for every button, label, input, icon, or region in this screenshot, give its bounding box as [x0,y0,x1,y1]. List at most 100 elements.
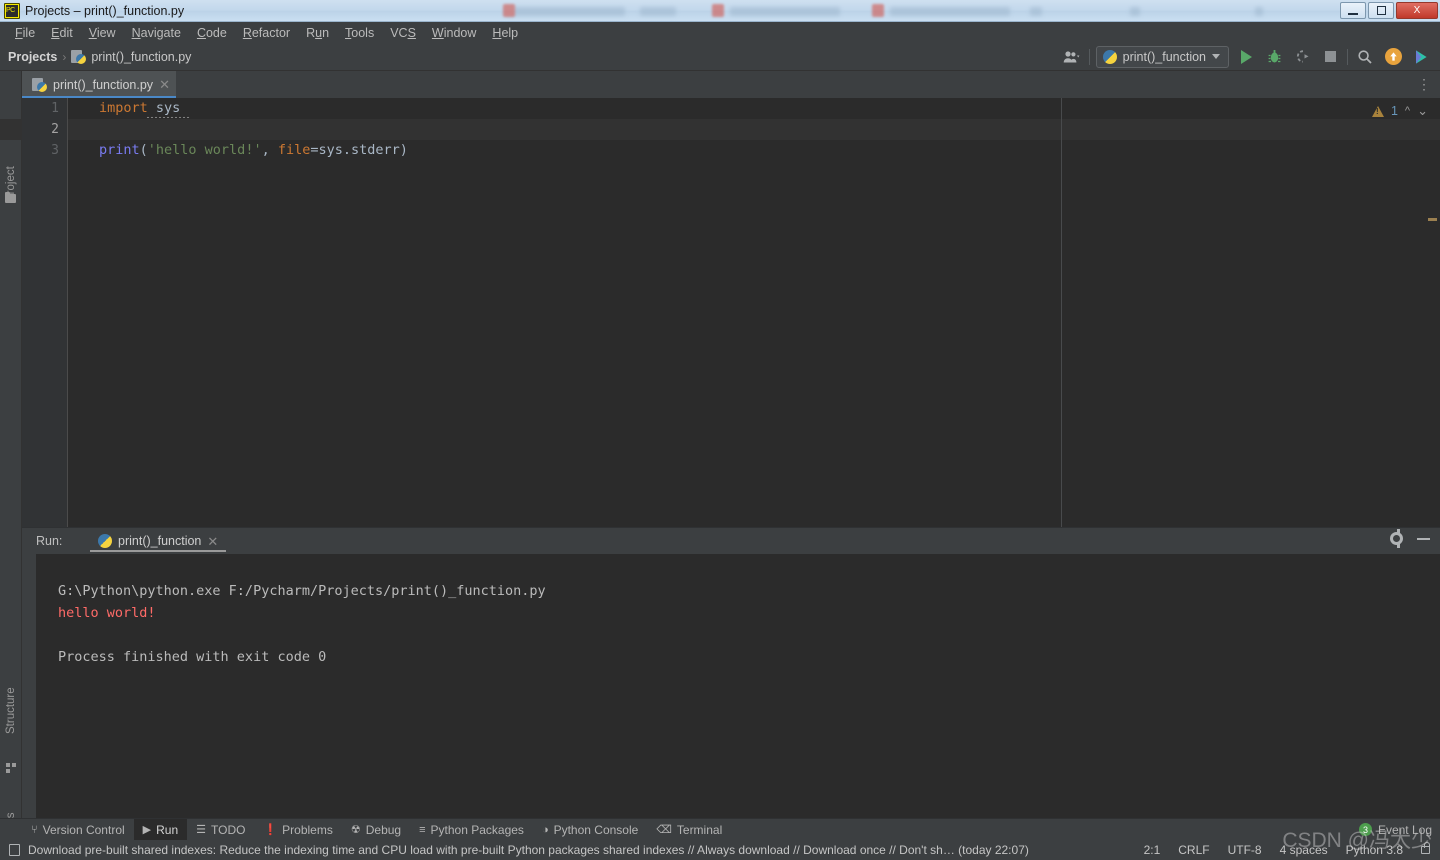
breadcrumb: Projects › print()_function.py [0,49,191,64]
editor-tab-strip: print()_function.py ✕ ⋮ [22,71,1440,98]
code-line-1: import sys [99,100,181,116]
run-configuration-selector[interactable]: print()_function [1095,45,1229,68]
run-console[interactable]: G:\Python\python.exe F:/Pycharm/Projects… [36,554,1440,818]
terminal-icon: ⌫ [656,824,672,836]
editor-tab[interactable]: print()_function.py ✕ [22,71,176,98]
menu-item-window[interactable]: Window [424,24,484,42]
event-log-badge: 3 [1358,823,1372,836]
chevron-down-icon [1212,54,1220,59]
run-header-actions [1390,529,1430,548]
menu-item-file[interactable]: File [7,24,43,42]
tool-window-button-python-packages[interactable]: ≡ Python Packages [410,819,533,841]
console-line: G:\Python\python.exe F:/Pycharm/Projects… [58,583,546,599]
code-line-3: print('hello world!', file=sys.stderr) [99,142,408,158]
run-tab-label: print()_function [118,534,202,548]
line-number: 3 [51,143,59,158]
status-bar-right: 2:1 CRLF UTF-8 4 spaces Python 3.8 [1144,842,1440,857]
breadcrumb-separator: › [62,49,67,64]
menu-item-help[interactable]: Help [484,24,526,42]
line-separator[interactable]: CRLF [1178,843,1209,857]
run-tool-window: Run: print()_function ✕ G:\Python\python… [22,527,1440,818]
menu-item-edit[interactable]: Edit [43,24,81,42]
menu-item-navigate[interactable]: Navigate [124,24,189,42]
console-line-stderr: hello world! [58,605,156,621]
tool-window-button-todo[interactable]: ☰ TODO [187,819,254,841]
chevron-down-icon[interactable]: ⌄ [1417,103,1428,119]
scrollbar-warning-marker[interactable] [1428,218,1437,221]
user-account-icon[interactable] [1061,46,1083,68]
warning-triangle-icon [1371,105,1384,117]
close-icon[interactable]: ✕ [159,78,170,91]
breadcrumb-item-file[interactable]: print()_function.py [91,50,191,64]
tool-window-button-problems[interactable]: ❗ Problems [254,819,341,841]
sidebar-item-structure[interactable]: Structure [0,667,22,755]
error-icon: ❗ [263,824,278,836]
structure-icon [6,763,16,773]
status-message[interactable]: Download pre-built shared indexes: Reduc… [20,843,1029,857]
minimize-icon[interactable] [1417,537,1430,540]
read-only-lock-icon[interactable] [1421,842,1430,854]
file-encoding[interactable]: UTF-8 [1228,843,1262,857]
menu-item-view[interactable]: View [81,24,124,42]
ai-assistant-icon[interactable] [1410,46,1432,68]
tool-window-button-python-console[interactable]: ◑ Python Console [533,819,647,841]
stop-button[interactable] [1319,46,1341,68]
tool-window-button-label: Python Console [553,822,639,837]
close-button[interactable]: X [1396,2,1438,19]
packages-icon: ≡ [419,823,426,836]
python-file-icon [32,77,47,92]
inspection-widget[interactable]: 1 ^ ⌄ [1371,103,1428,119]
menu-bar: File Edit View Navigate Code Refactor Run Tools… [0,22,1440,43]
editor-gutter[interactable]: 1 2 3 [22,98,68,527]
tool-window-button-label: Problems [282,822,333,837]
python-icon [98,534,112,548]
bug-icon: ☢ [350,824,361,836]
chevron-up-icon[interactable]: ^ [1405,105,1410,117]
tool-window-button-run[interactable]: ▶ Run [133,818,188,841]
caret-position[interactable]: 2:1 [1144,843,1161,857]
left-tool-window-strip: Project Structure Bookmarks [0,71,22,860]
tool-window-button-label: Terminal [676,822,723,837]
tool-window-button-label: TODO [211,822,246,837]
warning-count: 1 [1390,104,1398,118]
menu-item-refactor[interactable]: Refactor [235,24,298,42]
run-tab[interactable]: print()_function ✕ [90,528,227,554]
window-controls: X [1340,2,1438,19]
indent-setting[interactable]: 4 spaces [1280,843,1328,857]
tool-window-button-label: Run [156,822,179,837]
pycharm-window: Projects – print()_function.py X FileEdi… [0,0,1440,860]
more-options-icon[interactable]: ⋮ [1417,76,1432,93]
update-arrow-icon[interactable] [1382,46,1404,68]
code-content[interactable]: import sys print('hello world!', file=sy… [68,98,1440,527]
sidebar-item-structure-label: Structure [5,687,17,735]
menu-item-run[interactable]: Run [298,24,337,42]
run-tool-window-header: Run: print()_function ✕ [22,528,1440,554]
close-icon[interactable]: ✕ [207,535,218,548]
breadcrumb-item-projects[interactable]: Projects [8,50,57,64]
event-log-label[interactable]: Event Log [1378,823,1432,837]
menu-item-tools[interactable]: Tools [337,24,382,42]
python-interpreter[interactable]: Python 3.8 [1346,843,1403,857]
window-titlebar: Projects – print()_function.py X [0,0,1440,22]
code-editor[interactable]: 1 2 3 import sys print('hello world!', f… [0,98,1440,527]
tool-window-button-debug[interactable]: ☢ Debug [342,819,410,841]
folder-icon [5,192,16,203]
event-log-area[interactable]: 3 Event Log [1358,823,1440,837]
search-icon[interactable] [1354,46,1376,68]
right-margin-guide [1061,98,1062,527]
run-coverage-icon[interactable] [1291,46,1313,68]
sidebar-item-project[interactable]: Project [0,147,22,221]
run-button[interactable] [1235,46,1257,68]
notification-icon[interactable] [9,844,20,856]
maximize-button[interactable] [1368,2,1394,19]
tool-window-button-terminal[interactable]: ⌫ Terminal [647,819,731,841]
menu-item-vcs[interactable]: VCS [382,24,424,42]
tool-window-button-version-control[interactable]: ⑂ Version Control [22,819,134,841]
tool-window-button-label: Python Packages [430,822,524,837]
menu-item-code[interactable]: Code [189,24,235,42]
tool-window-button-label: Version Control [42,822,125,837]
gear-icon[interactable] [1390,529,1403,548]
debug-button[interactable] [1263,46,1285,68]
minimize-button[interactable] [1340,2,1366,19]
run-configuration-label: print()_function [1122,49,1206,64]
